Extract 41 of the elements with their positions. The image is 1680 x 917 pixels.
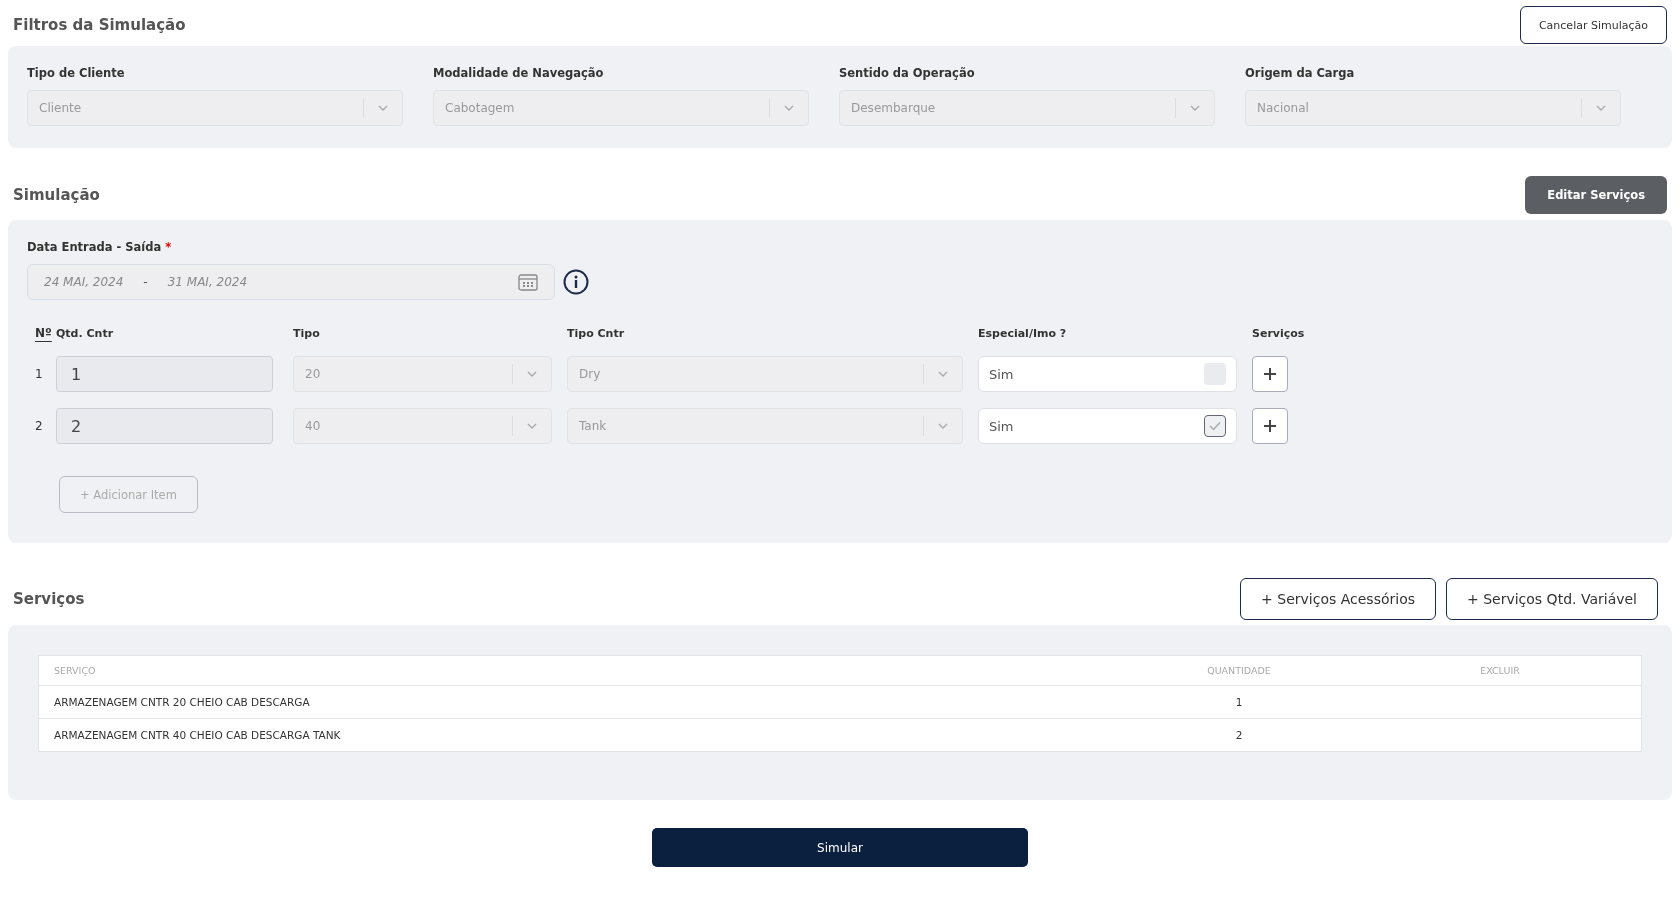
add-services-button[interactable]: + Serviços Qtd. Variável — [1446, 578, 1658, 620]
table-cell-text: ARMAZENAGEM CNTR 20 CHEIO CAB DESCARGA — [53, 696, 311, 708]
special-field[interactable]: Sim — [978, 408, 1237, 444]
plus-icon — [1263, 419, 1277, 433]
row-number: 1 — [34, 367, 44, 381]
field-label: Tipo de Cliente — [27, 66, 125, 80]
field-label: Origem da Carga — [1245, 66, 1355, 80]
quantity-field[interactable]: 2 — [56, 408, 273, 444]
column-header: Especial/Imo ? — [978, 326, 1068, 340]
check-icon — [1209, 421, 1221, 431]
row-number: 2 — [34, 419, 44, 433]
info-icon[interactable] — [563, 269, 589, 295]
add-service-button[interactable] — [1252, 408, 1288, 444]
column-header: SERVIÇO — [53, 665, 97, 676]
table-cell-text: 1 — [1234, 696, 1244, 708]
special-field[interactable]: Sim — [978, 356, 1237, 392]
simulate-button[interactable]: Simular — [652, 828, 1028, 867]
date-range-field[interactable]: 24 MAI, 2024 - 31 MAI, 2024 — [27, 264, 555, 300]
column-header: Tipo — [293, 326, 321, 340]
add-services-button[interactable]: + Serviços Acessórios — [1240, 578, 1436, 620]
field-label: Modalidade de Navegação — [433, 66, 604, 80]
column-header: Qtd. Cntr — [56, 326, 115, 340]
edit-services-button[interactable]: Editar Serviços — [1525, 176, 1667, 214]
field-label: Sentido da Operação — [839, 66, 975, 80]
column-header: Tipo Cntr — [567, 326, 626, 340]
column-header: Nº — [34, 326, 53, 340]
column-header: Serviços — [1252, 326, 1306, 340]
column-header: QUANTIDADE — [1206, 665, 1272, 676]
section-title: Serviços — [13, 590, 85, 608]
plus-icon — [1263, 367, 1277, 381]
section-title: Simulação — [13, 186, 100, 204]
checkbox[interactable] — [1204, 415, 1226, 437]
section-title: Filtros da Simulação — [13, 16, 186, 34]
field-label: Data Entrada - Saída * — [27, 240, 172, 254]
calendar-icon — [518, 273, 538, 291]
add-service-button[interactable] — [1252, 356, 1288, 392]
cancel-button[interactable]: Cancelar Simulação — [1519, 6, 1667, 44]
table-cell-text: 2 — [1234, 729, 1244, 741]
table-cell-text: ARMAZENAGEM CNTR 40 CHEIO CAB DESCARGA TANK — [53, 729, 342, 741]
column-header: EXCLUIR — [1479, 665, 1521, 676]
quantity-field[interactable]: 1 — [56, 356, 273, 392]
